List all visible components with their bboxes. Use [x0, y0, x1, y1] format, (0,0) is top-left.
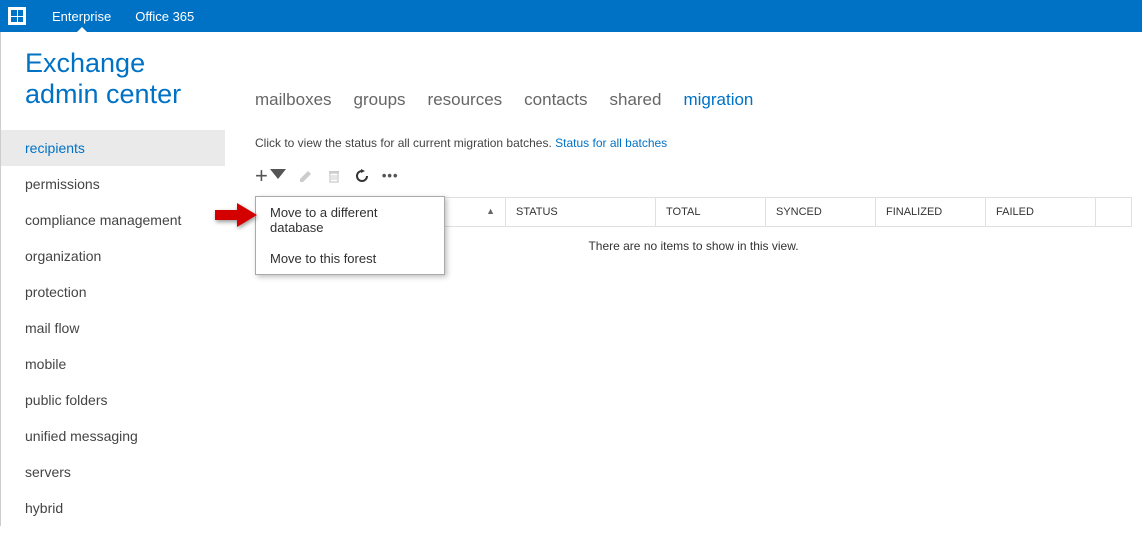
- column-header-synced[interactable]: SYNCED: [766, 198, 876, 227]
- delete-button[interactable]: [326, 168, 342, 184]
- sidebar-item-protection[interactable]: protection: [1, 274, 225, 310]
- trash-icon: [326, 168, 342, 184]
- refresh-icon: [354, 168, 370, 184]
- sidebar-item-organization[interactable]: organization: [1, 238, 225, 274]
- sidebar-item-recipients[interactable]: recipients: [1, 130, 225, 166]
- office-logo-icon: [8, 7, 26, 25]
- table-area: Move to a different database Move to thi…: [255, 197, 1132, 265]
- ellipsis-icon: •••: [382, 168, 399, 183]
- menu-item-move-this-forest[interactable]: Move to this forest: [256, 243, 444, 274]
- more-button[interactable]: •••: [382, 168, 399, 183]
- pencil-icon: [298, 168, 314, 184]
- sidebar-item-compliance-management[interactable]: compliance management: [1, 202, 225, 238]
- sidebar-item-permissions[interactable]: permissions: [1, 166, 225, 202]
- topbar-tab-enterprise[interactable]: Enterprise: [40, 0, 123, 32]
- sub-tabs: mailboxes groups resources contacts shar…: [255, 84, 1132, 136]
- topbar-tab-office365[interactable]: Office 365: [123, 0, 206, 32]
- help-text: Click to view the status for all current…: [255, 136, 1132, 150]
- page-title: Exchange admin center: [25, 48, 225, 110]
- edit-button[interactable]: [298, 168, 314, 184]
- tab-shared[interactable]: shared: [609, 90, 661, 110]
- page-body: Exchange admin center recipients permiss…: [0, 32, 1142, 526]
- sidebar-item-mobile[interactable]: mobile: [1, 346, 225, 382]
- sidebar: recipients permissions compliance manage…: [1, 130, 225, 526]
- help-text-prefix: Click to view the status for all current…: [255, 136, 555, 150]
- plus-icon: +: [255, 169, 268, 183]
- sidebar-item-public-folders[interactable]: public folders: [1, 382, 225, 418]
- column-header-finalized[interactable]: FINALIZED: [876, 198, 986, 227]
- sort-asc-icon: ▲: [486, 206, 495, 216]
- sidebar-item-mail-flow[interactable]: mail flow: [1, 310, 225, 346]
- column-header-status[interactable]: STATUS: [506, 198, 656, 227]
- caret-down-icon: [270, 164, 286, 187]
- refresh-button[interactable]: [354, 168, 370, 184]
- new-dropdown-menu: Move to a different database Move to thi…: [255, 196, 445, 275]
- left-column: Exchange admin center recipients permiss…: [1, 32, 225, 526]
- tab-resources[interactable]: resources: [428, 90, 503, 110]
- callout-arrow-icon: [213, 201, 257, 232]
- main-content: mailboxes groups resources contacts shar…: [225, 32, 1142, 526]
- status-all-batches-link[interactable]: Status for all batches: [555, 136, 667, 150]
- tab-groups[interactable]: groups: [354, 90, 406, 110]
- page-title-row: Exchange admin center: [1, 32, 225, 130]
- column-header-total[interactable]: TOTAL: [656, 198, 766, 227]
- top-bar: Enterprise Office 365: [0, 0, 1142, 32]
- column-header-failed[interactable]: FAILED: [986, 198, 1096, 227]
- column-header-spacer: [1096, 198, 1132, 227]
- sidebar-item-servers[interactable]: servers: [1, 454, 225, 490]
- toolbar: + •••: [255, 160, 1132, 197]
- sidebar-item-hybrid[interactable]: hybrid: [1, 490, 225, 526]
- menu-item-move-different-database[interactable]: Move to a different database: [256, 197, 444, 243]
- tab-mailboxes[interactable]: mailboxes: [255, 90, 332, 110]
- sidebar-item-unified-messaging[interactable]: unified messaging: [1, 418, 225, 454]
- tab-migration[interactable]: migration: [683, 90, 753, 110]
- new-button[interactable]: +: [255, 164, 286, 187]
- tab-contacts[interactable]: contacts: [524, 90, 587, 110]
